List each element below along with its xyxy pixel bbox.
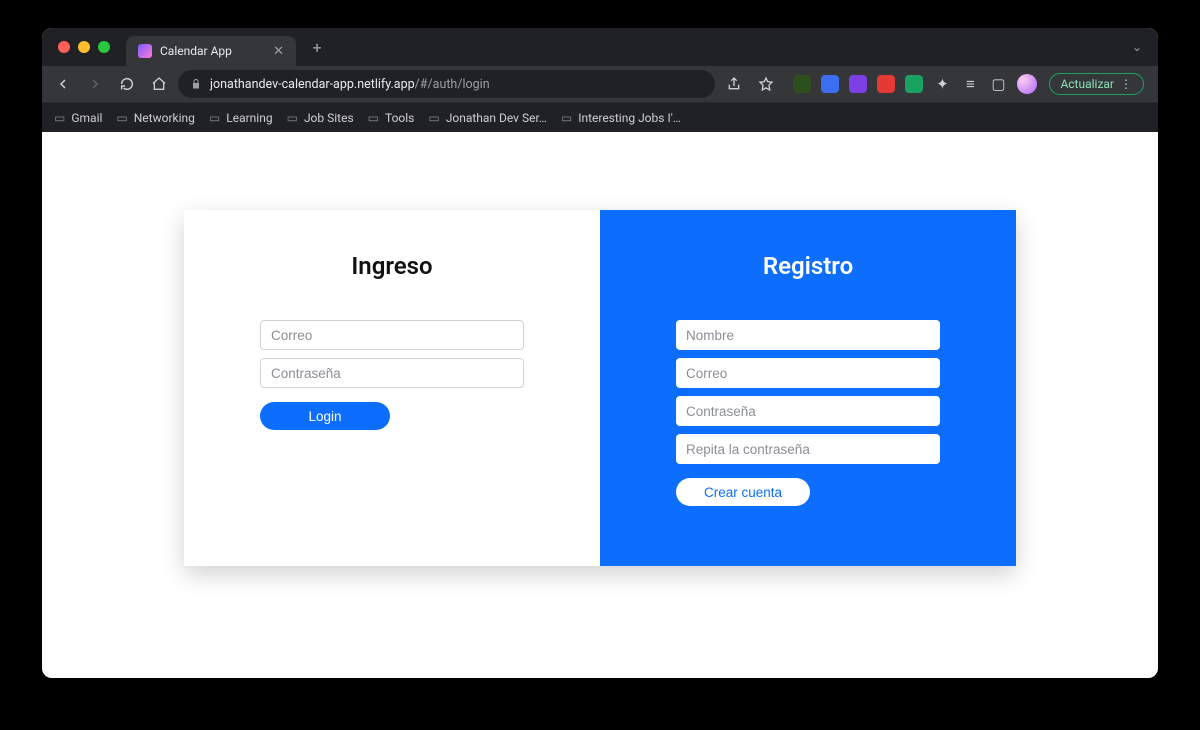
update-button[interactable]: Actualizar ⋮ [1049, 73, 1144, 95]
new-tab-button[interactable]: + [304, 34, 330, 60]
login-email-input[interactable] [260, 320, 524, 350]
close-tab-icon[interactable]: ✕ [273, 44, 284, 59]
tabs-overflow-icon[interactable]: ⌄ [1132, 40, 1142, 54]
login-heading: Ingreso [260, 252, 524, 280]
bookmark-label: Interesting Jobs I'… [578, 111, 681, 125]
tab-title: Calendar App [160, 44, 265, 58]
browser-tab[interactable]: Calendar App ✕ [126, 36, 296, 66]
folder-icon: ▭ [54, 111, 65, 125]
home-button[interactable] [146, 71, 172, 97]
bookmarks-bar: ▭Gmail ▭Networking ▭Learning ▭Job Sites … [42, 102, 1158, 132]
folder-icon: ▭ [287, 111, 298, 125]
minimize-window-icon[interactable] [78, 41, 90, 53]
page-viewport: Ingreso Login Registro Crear cuenta [42, 132, 1158, 678]
bookmark-star-button[interactable] [753, 71, 779, 97]
register-email-input[interactable] [676, 358, 940, 388]
extensions-group: ✦ ≡ ▢ [793, 74, 1037, 94]
login-panel: Ingreso Login [184, 210, 600, 566]
window-controls [58, 41, 110, 53]
bookmark-item[interactable]: ▭ Gmail [54, 111, 102, 125]
extensions-menu-icon[interactable]: ✦ [933, 75, 951, 93]
register-heading: Registro [676, 252, 940, 280]
register-panel: Registro Crear cuenta [600, 210, 1016, 566]
lock-icon [190, 78, 202, 90]
favicon-icon [138, 44, 152, 58]
panel-icon[interactable]: ▢ [989, 75, 1007, 93]
folder-icon: ▭ [116, 111, 127, 125]
update-label: Actualizar [1060, 77, 1114, 91]
auth-card: Ingreso Login Registro Crear cuenta [184, 210, 1016, 566]
tab-bar: Calendar App ✕ + ⌄ [42, 28, 1158, 66]
register-password-input[interactable] [676, 396, 940, 426]
bookmark-item[interactable]: ▭ Tools [368, 111, 415, 125]
register-name-input[interactable] [676, 320, 940, 350]
bookmark-label: Job Sites [304, 111, 354, 125]
register-password2-input[interactable] [676, 434, 940, 464]
extension-icon[interactable] [821, 75, 839, 93]
bookmark-label: Jonathan Dev Ser… [446, 111, 547, 125]
address-bar[interactable]: jonathandev-calendar-app.netlify.app/#/a… [178, 70, 715, 98]
reading-list-icon[interactable]: ≡ [961, 75, 979, 93]
url-text: jonathandev-calendar-app.netlify.app/#/a… [210, 77, 490, 92]
extension-icon[interactable] [905, 75, 923, 93]
folder-icon: ▭ [368, 111, 379, 125]
bookmark-item[interactable]: ▭ Learning [209, 111, 273, 125]
login-submit-button[interactable]: Login [260, 402, 390, 430]
menu-dots-icon: ⋮ [1120, 77, 1133, 91]
bookmark-label: Networking [134, 111, 195, 125]
browser-window: Calendar App ✕ + ⌄ jonathandev-calendar-… [42, 28, 1158, 678]
bookmark-item[interactable]: ▭ Networking [116, 111, 195, 125]
url-path: /#/auth/login [415, 77, 490, 92]
toolbar: jonathandev-calendar-app.netlify.app/#/a… [42, 66, 1158, 102]
back-button[interactable] [50, 71, 76, 97]
extension-icon[interactable] [877, 75, 895, 93]
bookmark-item[interactable]: ▭ Jonathan Dev Ser… [428, 111, 546, 125]
register-submit-button[interactable]: Crear cuenta [676, 478, 810, 506]
bookmark-item[interactable]: ▭ Interesting Jobs I'… [561, 111, 681, 125]
bookmark-label: Gmail [71, 111, 102, 125]
bookmark-label: Learning [226, 111, 272, 125]
forward-button[interactable] [82, 71, 108, 97]
folder-icon: ▭ [428, 111, 439, 125]
reload-button[interactable] [114, 71, 140, 97]
profile-avatar[interactable] [1017, 74, 1037, 94]
login-password-input[interactable] [260, 358, 524, 388]
close-window-icon[interactable] [58, 41, 70, 53]
folder-icon: ▭ [561, 111, 572, 125]
folder-icon: ▭ [209, 111, 220, 125]
extension-icon[interactable] [849, 75, 867, 93]
url-host: jonathandev-calendar-app.netlify.app [210, 77, 415, 92]
bookmark-item[interactable]: ▭ Job Sites [287, 111, 354, 125]
extension-icon[interactable] [793, 75, 811, 93]
fullscreen-window-icon[interactable] [98, 41, 110, 53]
bookmark-label: Tools [385, 111, 414, 125]
share-button[interactable] [721, 71, 747, 97]
